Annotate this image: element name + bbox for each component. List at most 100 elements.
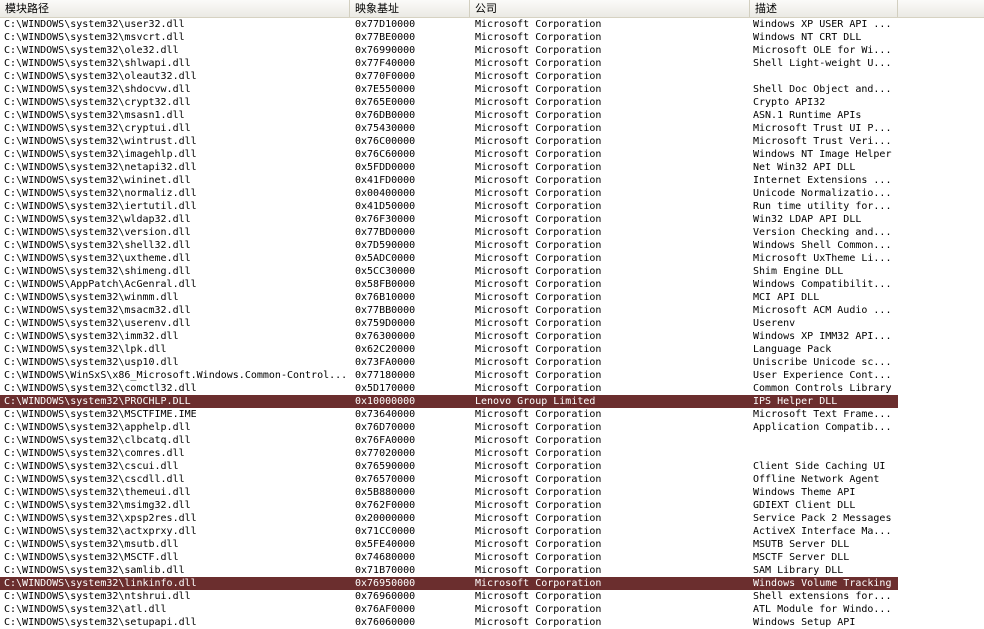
cell-description: Version Checking and... bbox=[753, 227, 892, 238]
table-row[interactable]: C:\WINDOWS\system32\userenv.dll 0x759D000… bbox=[0, 317, 898, 330]
table-row[interactable]: C:\WINDOWS\system32\imagehlp.dll 0x76C600… bbox=[0, 148, 898, 161]
column-header-base-address[interactable]: 映象基址 bbox=[350, 0, 470, 17]
cell-module-path: C:\WINDOWS\system32\msimg32.dll bbox=[4, 500, 191, 511]
table-row[interactable]: C:\WINDOWS\system32\wintrust.dll 0x76C000… bbox=[0, 135, 898, 148]
table-row[interactable]: C:\WINDOWS\system32\version.dll 0x77BD000… bbox=[0, 226, 898, 239]
cell-description: Windows Shell Common... bbox=[753, 240, 892, 251]
cell-base-address: 0x5CC30000 bbox=[355, 266, 416, 277]
cell-description: Windows Volume Tracking bbox=[753, 578, 892, 589]
cell-company: Microsoft Corporation bbox=[475, 357, 602, 368]
cell-base-address: 0x00400000 bbox=[355, 188, 416, 199]
cell-module-path: C:\WINDOWS\system32\uxtheme.dll bbox=[4, 253, 191, 264]
cell-company: Microsoft Corporation bbox=[475, 71, 602, 82]
cell-company: Microsoft Corporation bbox=[475, 32, 602, 43]
cell-description: Shell Doc Object and... bbox=[753, 84, 892, 95]
cell-description: Microsoft OLE for Wi... bbox=[753, 45, 892, 56]
table-row[interactable]: C:\WINDOWS\system32\cscui.dll 0x76590000 M… bbox=[0, 460, 898, 473]
cell-module-path: C:\WINDOWS\system32\msvcrt.dll bbox=[4, 32, 185, 43]
cell-company: Microsoft Corporation bbox=[475, 292, 602, 303]
table-row[interactable]: C:\WINDOWS\system32\shlwapi.dll 0x77F4000… bbox=[0, 57, 898, 70]
cell-company: Microsoft Corporation bbox=[475, 435, 602, 446]
cell-description: Microsoft Trust UI P... bbox=[753, 123, 892, 134]
cell-base-address: 0x76950000 bbox=[355, 578, 416, 589]
table-row[interactable]: C:\WINDOWS\system32\netapi32.dll 0x5FDD00… bbox=[0, 161, 898, 174]
table-row[interactable]: C:\WINDOWS\system32\shimeng.dll 0x5CC3000… bbox=[0, 265, 898, 278]
cell-company: Microsoft Corporation bbox=[475, 97, 602, 108]
cell-module-path: C:\WINDOWS\system32\wintrust.dll bbox=[4, 136, 197, 147]
table-row[interactable]: C:\WINDOWS\system32\apphelp.dll 0x76D7000… bbox=[0, 421, 898, 434]
cell-description: Application Compatib... bbox=[753, 422, 892, 433]
table-row[interactable]: C:\WINDOWS\system32\imm32.dll 0x76300000 M… bbox=[0, 330, 898, 343]
table-row[interactable]: C:\WINDOWS\system32\usp10.dll 0x73FA0000 M… bbox=[0, 356, 898, 369]
table-row[interactable]: C:\WINDOWS\system32\crypt32.dll 0x765E000… bbox=[0, 96, 898, 109]
module-list-view[interactable]: 模块路径 映象基址 公司 描述 C:\WINDOWS\system32\user… bbox=[0, 0, 984, 629]
cell-base-address: 0x74680000 bbox=[355, 552, 416, 563]
table-row[interactable]: C:\WINDOWS\WinSxS\x86_Microsoft.Windows.… bbox=[0, 369, 898, 382]
table-row[interactable]: C:\WINDOWS\system32\msutb.dll 0x5FE40000 M… bbox=[0, 538, 898, 551]
table-row[interactable]: C:\WINDOWS\system32\uxtheme.dll 0x5ADC000… bbox=[0, 252, 898, 265]
cell-module-path: C:\WINDOWS\system32\setupapi.dll bbox=[4, 617, 197, 628]
table-row[interactable]: C:\WINDOWS\system32\cscdll.dll 0x76570000… bbox=[0, 473, 898, 486]
table-row[interactable]: C:\WINDOWS\system32\winmm.dll 0x76B10000 M… bbox=[0, 291, 898, 304]
table-row[interactable]: C:\WINDOWS\system32\cryptui.dll 0x7543000… bbox=[0, 122, 898, 135]
table-row[interactable]: C:\WINDOWS\system32\ntshrui.dll 0x7696000… bbox=[0, 590, 898, 603]
cell-module-path: C:\WINDOWS\system32\oleaut32.dll bbox=[4, 71, 197, 82]
cell-base-address: 0x77BB0000 bbox=[355, 305, 416, 316]
table-row[interactable]: C:\WINDOWS\system32\samlib.dll 0x71B70000… bbox=[0, 564, 898, 577]
table-row[interactable]: C:\WINDOWS\system32\shell32.dll 0x7D59000… bbox=[0, 239, 898, 252]
table-row[interactable]: C:\WINDOWS\system32\actxprxy.dll 0x71CC00… bbox=[0, 525, 898, 538]
cell-module-path: C:\WINDOWS\system32\winmm.dll bbox=[4, 292, 179, 303]
table-row-selected[interactable]: C:\WINDOWS\system32\linkinfo.dll 0x769500… bbox=[0, 577, 898, 590]
cell-base-address: 0x5B880000 bbox=[355, 487, 416, 498]
cell-company: Microsoft Corporation bbox=[475, 565, 602, 576]
cell-base-address: 0x76C00000 bbox=[355, 136, 416, 147]
table-row-selected[interactable]: C:\WINDOWS\system32\PROCHLP.DLL 0x1000000… bbox=[0, 395, 898, 408]
table-row[interactable]: C:\WINDOWS\system32\lpk.dll 0x62C20000 Mic… bbox=[0, 343, 898, 356]
table-row[interactable]: C:\WINDOWS\system32\atl.dll 0x76AF0000 Mic… bbox=[0, 603, 898, 616]
cell-base-address: 0x76D70000 bbox=[355, 422, 416, 433]
cell-description: Shim Engine DLL bbox=[753, 266, 844, 277]
cell-base-address: 0x76AF0000 bbox=[355, 604, 416, 615]
table-row[interactable]: C:\WINDOWS\system32\normaliz.dll 0x004000… bbox=[0, 187, 898, 200]
cell-module-path: C:\WINDOWS\system32\user32.dll bbox=[4, 19, 185, 30]
table-row[interactable]: C:\WINDOWS\system32\comctl32.dll 0x5D1700… bbox=[0, 382, 898, 395]
cell-company: Microsoft Corporation bbox=[475, 318, 602, 329]
cell-base-address: 0x76590000 bbox=[355, 461, 416, 472]
table-row[interactable]: C:\WINDOWS\system32\msimg32.dll 0x762F000… bbox=[0, 499, 898, 512]
cell-module-path: C:\WINDOWS\system32\samlib.dll bbox=[4, 565, 185, 576]
table-row[interactable]: C:\WINDOWS\system32\oleaut32.dll 0x770F00… bbox=[0, 70, 898, 83]
cell-base-address: 0x76300000 bbox=[355, 331, 416, 342]
table-row[interactable]: C:\WINDOWS\system32\msacm32.dll 0x77BB000… bbox=[0, 304, 898, 317]
table-row[interactable]: C:\WINDOWS\system32\shdocvw.dll 0x7E55000… bbox=[0, 83, 898, 96]
table-row[interactable]: C:\WINDOWS\system32\msasn1.dll 0x76DB0000… bbox=[0, 109, 898, 122]
table-row[interactable]: C:\WINDOWS\system32\msvcrt.dll 0x77BE0000… bbox=[0, 31, 898, 44]
cell-base-address: 0x71CC0000 bbox=[355, 526, 416, 537]
table-row[interactable]: C:\WINDOWS\system32\themeui.dll 0x5B88000… bbox=[0, 486, 898, 499]
cell-company: Microsoft Corporation bbox=[475, 370, 602, 381]
cell-company: Microsoft Corporation bbox=[475, 383, 602, 394]
cell-base-address: 0x76B10000 bbox=[355, 292, 416, 303]
table-row[interactable]: C:\WINDOWS\system32\wininet.dll 0x41FD000… bbox=[0, 174, 898, 187]
table-row[interactable]: C:\WINDOWS\AppPatch\AcGenral.dll 0x58FB00… bbox=[0, 278, 898, 291]
cell-company: Microsoft Corporation bbox=[475, 331, 602, 342]
table-row[interactable]: C:\WINDOWS\system32\MSCTF.dll 0x74680000 M… bbox=[0, 551, 898, 564]
table-row[interactable]: C:\WINDOWS\system32\xpsp2res.dll 0x200000… bbox=[0, 512, 898, 525]
cell-base-address: 0x76C60000 bbox=[355, 149, 416, 160]
table-row[interactable]: C:\WINDOWS\system32\setupapi.dll 0x760600… bbox=[0, 616, 898, 629]
table-row[interactable]: C:\WINDOWS\system32\wldap32.dll 0x76F3000… bbox=[0, 213, 898, 226]
cell-module-path: C:\WINDOWS\system32\MSCTF.dll bbox=[4, 552, 179, 563]
cell-module-path: C:\WINDOWS\system32\version.dll bbox=[4, 227, 191, 238]
table-row[interactable]: C:\WINDOWS\system32\comres.dll 0x77020000… bbox=[0, 447, 898, 460]
table-row[interactable]: C:\WINDOWS\system32\ole32.dll 0x76990000 M… bbox=[0, 44, 898, 57]
cell-company: Microsoft Corporation bbox=[475, 305, 602, 316]
cell-company: Microsoft Corporation bbox=[475, 45, 602, 56]
table-row[interactable]: C:\WINDOWS\system32\iertutil.dll 0x41D500… bbox=[0, 200, 898, 213]
module-rows: C:\WINDOWS\system32\user32.dll 0x77D10000… bbox=[0, 18, 984, 629]
column-header-path[interactable]: 模块路径 bbox=[0, 0, 350, 17]
table-row[interactable]: C:\WINDOWS\system32\clbcatq.dll 0x76FA000… bbox=[0, 434, 898, 447]
table-row[interactable]: C:\WINDOWS\system32\user32.dll 0x77D10000… bbox=[0, 18, 898, 31]
cell-company: Microsoft Corporation bbox=[475, 123, 602, 134]
column-header-company[interactable]: 公司 bbox=[470, 0, 750, 17]
column-header-description[interactable]: 描述 bbox=[750, 0, 898, 17]
table-row[interactable]: C:\WINDOWS\system32\MSCTFIME.IME 0x736400… bbox=[0, 408, 898, 421]
